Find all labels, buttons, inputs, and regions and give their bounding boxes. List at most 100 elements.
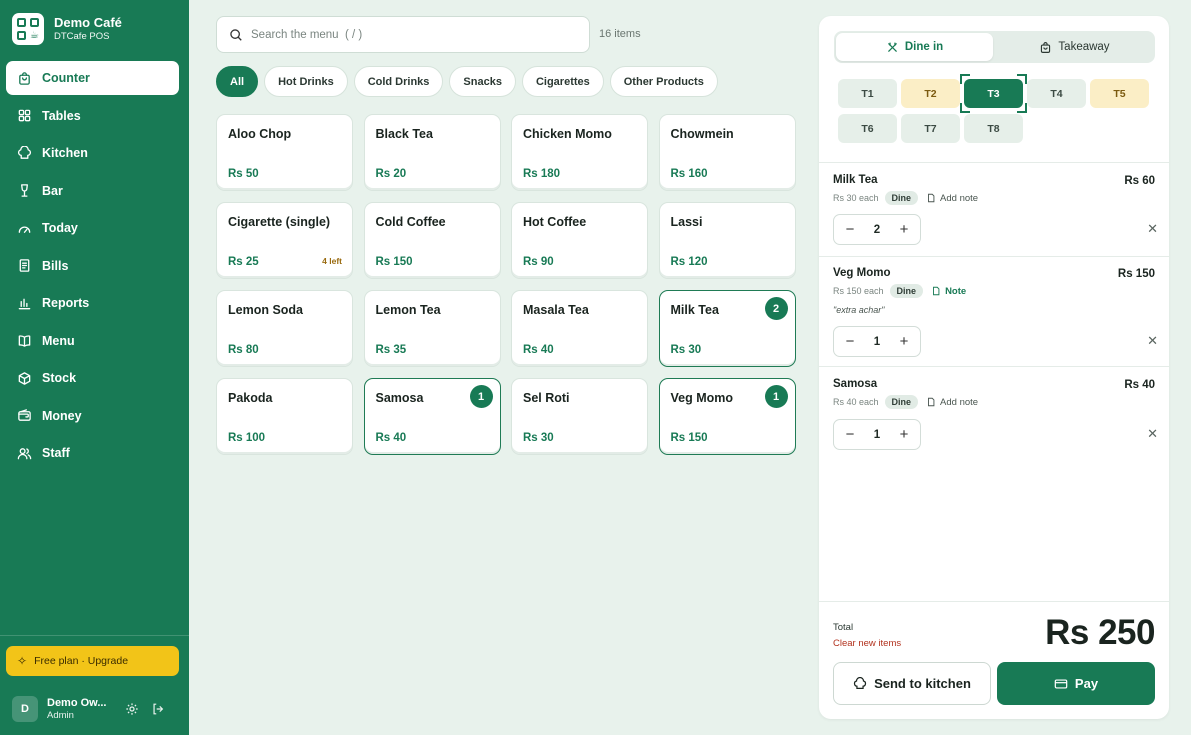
user-name: Demo Ow... <box>47 697 107 709</box>
table-button-t5[interactable]: T5 <box>1090 79 1149 108</box>
total-label: Total <box>833 622 854 633</box>
menu-item-card[interactable]: Milk Tea Rs 30 2 <box>658 290 796 367</box>
nav-item-kitchen[interactable]: Kitchen <box>6 136 179 170</box>
nav-item-label: Counter <box>42 71 90 85</box>
menu-item-card[interactable]: Aloo Chop Rs 50 <box>216 114 353 191</box>
category-chip[interactable]: Hot Drinks <box>264 66 348 97</box>
menu-item-price: Rs 40 <box>375 432 407 444</box>
brand: ☕ Demo Café DTCafe POS <box>12 13 122 45</box>
gear-icon[interactable] <box>125 702 139 716</box>
table-button-t8[interactable]: T8 <box>964 114 1023 143</box>
order-total: Rs 250 <box>1045 613 1155 652</box>
menu-item-name: Lemon Tea <box>375 303 441 317</box>
menu-item-card[interactable]: Samosa Rs 40 1 <box>363 378 501 455</box>
close-icon[interactable]: ✕ <box>1147 333 1158 349</box>
nav-item-counter[interactable]: Counter <box>6 61 179 95</box>
menu-item-price: Rs 100 <box>228 432 266 444</box>
send-to-kitchen-label: Send to kitchen <box>874 676 971 691</box>
nav-item-reports[interactable]: Reports <box>6 286 179 320</box>
increment-button[interactable]: + <box>897 221 911 238</box>
order-item-meta: Rs 40 each Dine Add note <box>833 395 978 409</box>
logout-icon[interactable] <box>151 702 165 716</box>
sidebar: ☕ Demo Café DTCafe POS Counter Tables Kitc… <box>0 0 189 735</box>
menu-item-card[interactable]: Cold Coffee Rs 150 <box>363 202 501 279</box>
nav-item-label: Bills <box>42 258 69 273</box>
table-button-t2[interactable]: T2 <box>901 79 960 108</box>
nav-item-bills[interactable]: Bills <box>6 249 179 283</box>
search-box <box>216 16 590 53</box>
selection-corner <box>960 74 970 84</box>
takeaway-label: Takeaway <box>1058 41 1110 53</box>
nav-item-stock[interactable]: Stock <box>6 361 179 395</box>
menu-item-name: Cold Coffee <box>375 215 446 229</box>
nav-item-money[interactable]: Money <box>6 399 179 433</box>
menu-item-name: Cigarette (single) <box>228 215 331 229</box>
menu-item-card[interactable]: Veg Momo Rs 150 1 <box>658 378 796 455</box>
sparkle-icon: ✧ <box>17 654 28 668</box>
category-chip[interactable]: Cold Drinks <box>353 66 444 97</box>
nav-item-bar[interactable]: Bar <box>6 174 179 208</box>
table-button-t6[interactable]: T6 <box>838 114 897 143</box>
decrement-button[interactable]: − <box>843 426 857 443</box>
send-to-kitchen-button[interactable]: Send to kitchen <box>833 662 991 705</box>
quantity-badge: 1 <box>469 385 493 408</box>
category-chip[interactable]: Cigarettes <box>521 66 604 97</box>
table-button-t3[interactable]: T3 <box>964 79 1023 108</box>
table-button-t7[interactable]: T7 <box>901 114 960 143</box>
sidebar-nav: Counter Tables Kitchen Bar Today Bills Reports… <box>6 61 179 474</box>
category-chip[interactable]: Other Products <box>609 66 718 97</box>
menu-item-card[interactable]: Lassi Rs 120 <box>658 202 796 279</box>
pay-button[interactable]: Pay <box>997 662 1155 705</box>
menu-item-card[interactable]: Cigarette (single) Rs 25 4 left <box>216 202 353 279</box>
category-chip[interactable]: All <box>216 66 259 97</box>
decrement-button[interactable]: − <box>843 221 857 238</box>
menu-item-price: Rs 25 <box>228 256 259 268</box>
increment-button[interactable]: + <box>897 333 911 350</box>
menu-item-name: Pakoda <box>228 391 273 405</box>
close-icon[interactable]: ✕ <box>1147 221 1158 237</box>
menu-item-card[interactable]: Chowmein Rs 160 <box>658 114 796 191</box>
menu-item-card[interactable]: Sel Roti Rs 30 <box>511 378 648 455</box>
menu-item-price: Rs 120 <box>670 256 708 268</box>
nav-item-staff[interactable]: Staff <box>6 436 179 470</box>
add-note-button[interactable]: Add note <box>926 397 978 408</box>
divider <box>819 601 1169 602</box>
menu-item-card[interactable]: Black Tea Rs 20 <box>363 114 501 191</box>
menu-item-price: Rs 80 <box>228 344 259 356</box>
upgrade-label: Free plan · Upgrade <box>34 655 129 667</box>
menu-item-card[interactable]: Pakoda Rs 100 <box>216 378 353 455</box>
nav-item-tables[interactable]: Tables <box>6 99 179 133</box>
menu-item-card[interactable]: Chicken Momo Rs 180 <box>511 114 648 191</box>
category-filters: All Hot Drinks Cold Drinks Snacks Cigarettes… <box>216 66 724 97</box>
order-item-note: "extra achar" <box>833 305 885 315</box>
menu-item-name: Chowmein <box>670 127 734 141</box>
item-count: 16 items <box>599 28 641 40</box>
wine-glass-icon <box>17 183 32 198</box>
menu-item-card[interactable]: Hot Coffee Rs 90 <box>511 202 648 279</box>
table-button-t1[interactable]: T1 <box>838 79 897 108</box>
nav-item-today[interactable]: Today <box>6 211 179 245</box>
category-chip[interactable]: Snacks <box>449 66 516 97</box>
upgrade-button[interactable]: ✧ Free plan · Upgrade <box>6 646 179 676</box>
table-button-t4[interactable]: T4 <box>1027 79 1086 108</box>
note-icon <box>928 397 935 407</box>
divider <box>819 162 1169 163</box>
add-note-button[interactable]: Note <box>931 286 966 297</box>
nav-item-menu[interactable]: Menu <box>6 324 179 358</box>
search-input[interactable] <box>251 28 551 41</box>
takeaway-tab[interactable]: Takeaway <box>996 33 1153 61</box>
search-icon <box>230 28 242 41</box>
brand-title: Demo Café <box>54 15 122 30</box>
close-icon[interactable]: ✕ <box>1147 426 1158 442</box>
utensils-icon <box>887 42 897 52</box>
increment-button[interactable]: + <box>897 426 911 443</box>
decrement-button[interactable]: − <box>843 333 857 350</box>
menu-item-card[interactable]: Lemon Tea Rs 35 <box>363 290 501 367</box>
clear-new-items-link[interactable]: Clear new items <box>833 638 901 649</box>
menu-item-card[interactable]: Lemon Soda Rs 80 <box>216 290 353 367</box>
order-item-total: Rs 60 <box>1124 175 1155 187</box>
add-note-button[interactable]: Add note <box>926 193 978 204</box>
note-label: Add note <box>940 192 979 204</box>
dine-in-tab[interactable]: Dine in <box>836 33 993 61</box>
menu-item-card[interactable]: Masala Tea Rs 40 <box>511 290 648 367</box>
